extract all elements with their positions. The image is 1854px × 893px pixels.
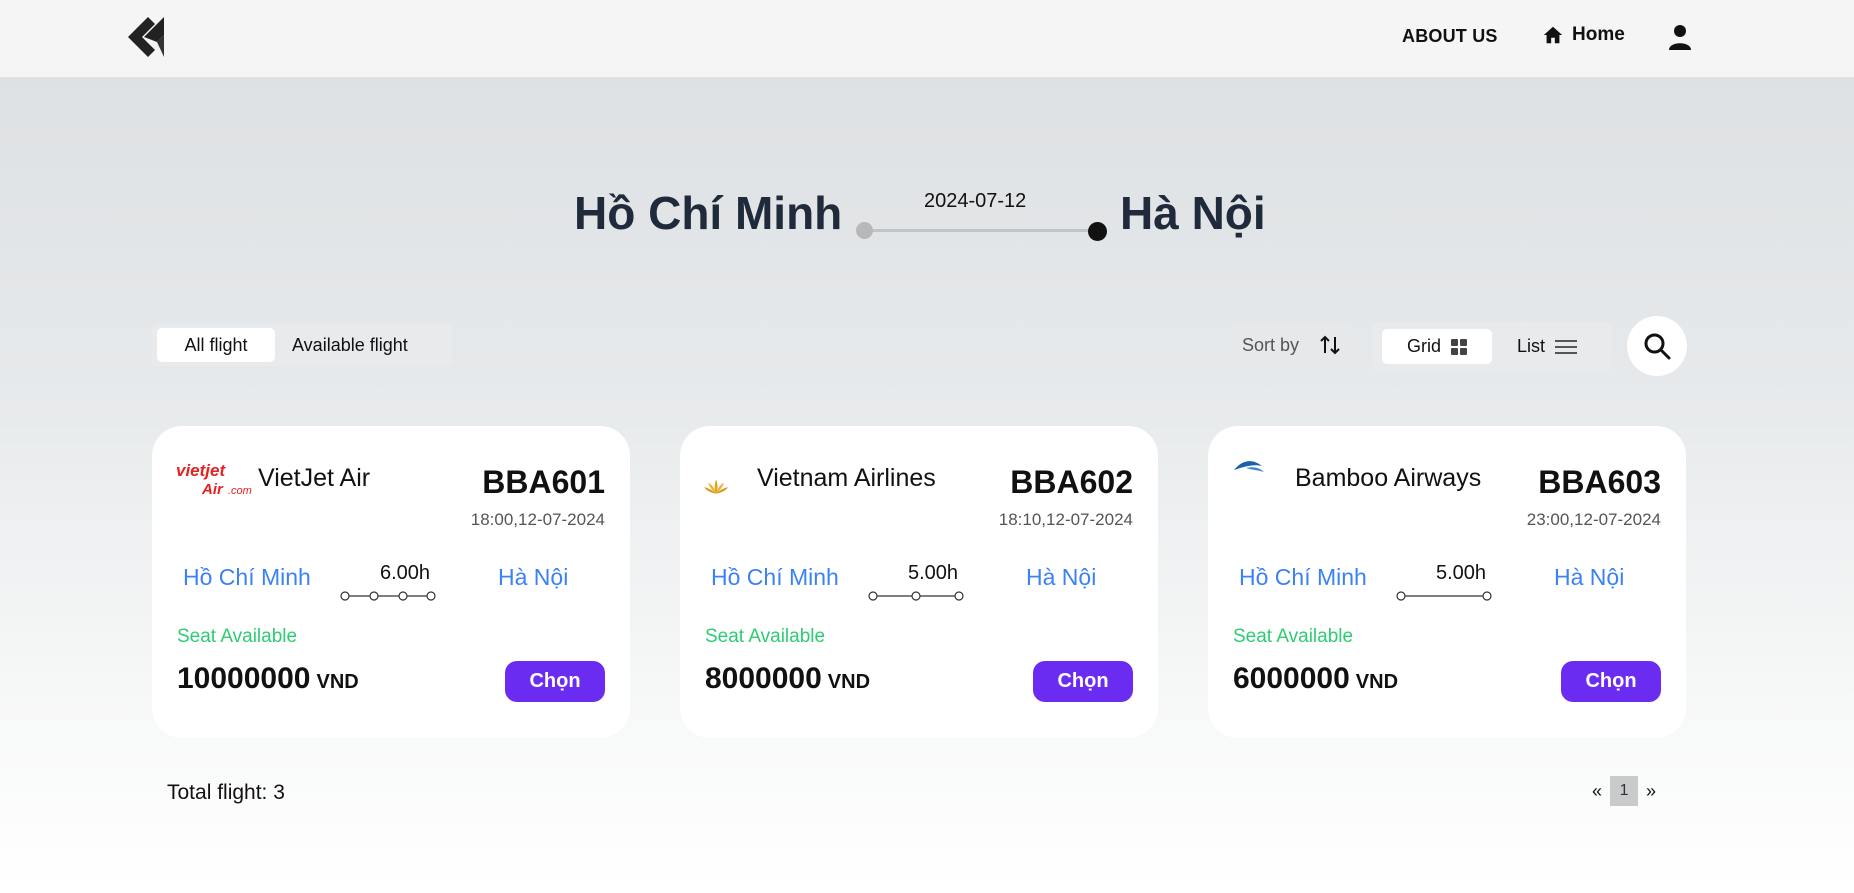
flight-code: BBA603	[1538, 464, 1661, 500]
lotus-logo-icon	[704, 479, 729, 494]
route-date: 2024-07-12	[924, 190, 1027, 212]
view-grid-button[interactable]: Grid	[1382, 329, 1492, 364]
price-amount: 10000000	[177, 662, 311, 695]
flight-code: BBA602	[1010, 464, 1133, 500]
vietjet-logo-icon: vietjet Air .com	[176, 461, 252, 498]
filter-available-flight[interactable]: Available flight	[292, 328, 408, 362]
grid-icon	[1451, 338, 1467, 355]
route-end-dot	[1088, 222, 1107, 241]
flight-card: Vietnam Airlines BBA602 18:10,12-07-2024…	[680, 426, 1158, 738]
brand-logo[interactable]	[126, 16, 168, 58]
choose-flight-button[interactable]: Chọn	[1561, 661, 1661, 702]
flight-filter-toggle: All flight Available flight	[152, 324, 452, 366]
airline-name: Bamboo Airways	[1295, 464, 1482, 492]
user-icon[interactable]	[1668, 24, 1692, 50]
route-line	[865, 229, 1097, 232]
search-icon	[1644, 333, 1671, 360]
choose-flight-button[interactable]: Chọn	[1033, 661, 1133, 702]
price-currency: VND	[1355, 671, 1399, 693]
price-amount: 8000000	[705, 662, 822, 695]
list-icon	[1555, 339, 1578, 354]
pagination-next[interactable]: »	[1646, 781, 1656, 802]
flight-duration: 6.00h	[379, 562, 431, 584]
bamboo-logo-icon	[1234, 461, 1264, 472]
route-start-dot	[856, 222, 873, 239]
nav-home-label: Home	[1572, 24, 1625, 45]
departure-time: 18:10,12-07-2024	[998, 510, 1133, 529]
price-currency: VND	[827, 671, 871, 693]
home-icon	[1543, 26, 1563, 44]
route-origin: Hồ Chí Minh	[574, 187, 843, 239]
view-list-label: List	[1517, 336, 1546, 356]
flight-card: vietjet Air .com VietJet Air BBA601 18:0…	[152, 426, 630, 738]
seat-status: Seat Available	[177, 626, 298, 647]
price-currency: VND	[316, 671, 359, 693]
seat-status: Seat Available	[705, 626, 826, 647]
total-flight-count: Total flight: 3	[167, 781, 285, 804]
price: 8000000 VND	[705, 662, 870, 696]
origin-city: Hồ Chí Minh	[183, 564, 311, 590]
nav-about-us[interactable]: ABOUT US	[1402, 26, 1498, 47]
svg-text:.com: .com	[228, 485, 252, 497]
filter-all-flight[interactable]: All flight	[157, 328, 275, 362]
flight-card: Bamboo Airways BBA603 23:00,12-07-2024 H…	[1208, 426, 1686, 738]
airline-name: VietJet Air	[258, 464, 371, 492]
origin-city: Hồ Chí Minh	[1239, 564, 1367, 590]
seat-status: Seat Available	[1233, 626, 1354, 647]
pagination-prev[interactable]: «	[1592, 781, 1602, 802]
top-navbar: ABOUT US Home	[0, 0, 1854, 78]
flight-duration: 5.00h	[907, 562, 959, 584]
price: 6000000 VND	[1233, 662, 1398, 696]
flight-duration: 5.00h	[1435, 562, 1487, 584]
view-toggle: Grid List	[1372, 322, 1612, 372]
sort-label: Sort by	[1242, 334, 1300, 355]
search-button[interactable]	[1627, 316, 1687, 376]
destination-city: Hà Nội	[1026, 564, 1097, 590]
choose-flight-button[interactable]: Chọn	[505, 661, 605, 702]
destination-city: Hà Nội	[498, 564, 569, 590]
price: 10000000 VND	[177, 662, 359, 696]
svg-text:Air: Air	[201, 481, 224, 498]
svg-text:vietjet: vietjet	[176, 461, 226, 480]
pagination-page-current[interactable]: 1	[1610, 776, 1639, 806]
price-amount: 6000000	[1233, 662, 1350, 695]
sort-arrows-icon	[1320, 335, 1340, 355]
sort-button[interactable]: Sort by	[1232, 322, 1350, 368]
airline-name: Vietnam Airlines	[757, 464, 936, 492]
view-grid-label: Grid	[1406, 336, 1441, 356]
nav-home[interactable]: Home	[1542, 24, 1625, 46]
stops-line	[868, 591, 964, 601]
pagination: « 1 »	[1592, 776, 1656, 806]
destination-city: Hà Nội	[1554, 564, 1625, 590]
flight-code: BBA601	[482, 464, 605, 500]
view-list-button[interactable]: List	[1517, 329, 1578, 364]
stops-line	[340, 591, 436, 601]
origin-city: Hồ Chí Minh	[711, 564, 839, 590]
departure-time: 18:00,12-07-2024	[470, 510, 605, 529]
route-destination: Hà Nội	[1120, 187, 1266, 239]
departure-time: 23:00,12-07-2024	[1526, 510, 1661, 529]
stops-line	[1396, 591, 1492, 601]
